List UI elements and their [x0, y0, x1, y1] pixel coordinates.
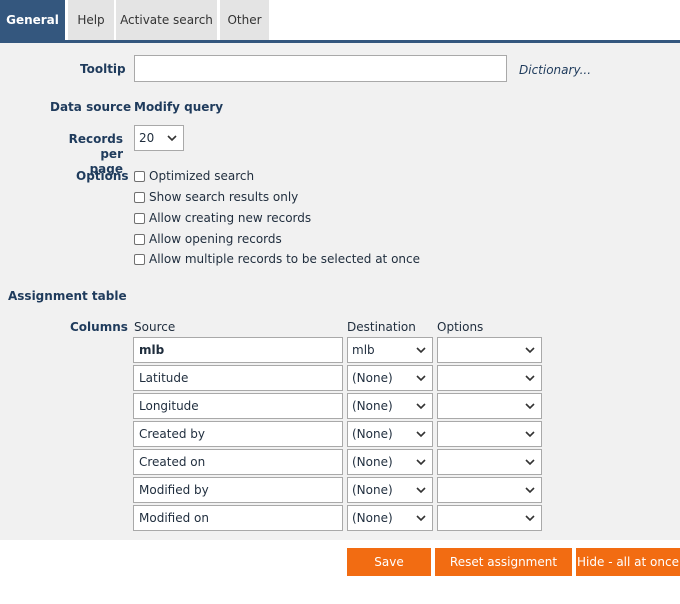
options-select[interactable] [437, 505, 542, 531]
chevron-down-icon [525, 459, 535, 466]
destination-value: (None) [352, 483, 393, 497]
destination-select[interactable]: mlb [347, 337, 433, 363]
source-field[interactable]: Created by [133, 421, 343, 447]
destination-select[interactable]: (None) [347, 477, 433, 503]
option-allow-opening[interactable]: Allow opening records [134, 231, 282, 247]
destination-value: (None) [352, 371, 393, 385]
chevron-down-icon [416, 347, 426, 354]
records-label-line1: Records per [68, 132, 123, 161]
chevron-down-icon [167, 135, 177, 142]
tab-help[interactable]: Help [68, 0, 114, 40]
options-select[interactable] [437, 421, 542, 447]
checkbox[interactable] [134, 212, 145, 224]
source-field[interactable]: Modified by [133, 477, 343, 503]
option-allow-multiple[interactable]: Allow multiple records to be selected at… [134, 251, 420, 267]
tooltip-label: Tooltip [80, 62, 126, 76]
chevron-down-icon [416, 459, 426, 466]
chevron-down-icon [525, 515, 535, 522]
assignment-table-title: Assignment table [8, 289, 127, 303]
checkbox[interactable] [134, 170, 145, 182]
columns-label: Columns [70, 320, 128, 334]
destination-select[interactable]: (None) [347, 365, 433, 391]
option-label: Show search results only [149, 190, 299, 204]
checkbox[interactable] [134, 191, 145, 203]
option-label: Allow creating new records [149, 211, 312, 225]
option-allow-creating[interactable]: Allow creating new records [134, 210, 311, 226]
chevron-down-icon [525, 375, 535, 382]
source-field[interactable]: Longitude [133, 393, 343, 419]
save-button[interactable]: Save [347, 548, 431, 576]
tooltip-input[interactable] [134, 55, 507, 82]
destination-select[interactable]: (None) [347, 421, 433, 447]
source-field[interactable]: Modified on [133, 505, 343, 531]
datasource-label: Data source [50, 100, 132, 114]
destination-value: (None) [352, 399, 393, 413]
destination-value: (None) [352, 511, 393, 525]
options-select[interactable] [437, 477, 542, 503]
hide-all-at-once-button[interactable]: Hide - all at once [576, 548, 680, 576]
destination-select[interactable]: (None) [347, 449, 433, 475]
tab-bar: General Help Activate search Other [0, 0, 680, 40]
option-label: Allow opening records [149, 232, 282, 246]
source-field[interactable]: Created on [133, 449, 343, 475]
options-select[interactable] [437, 337, 542, 363]
chevron-down-icon [525, 403, 535, 410]
checkbox[interactable] [134, 233, 145, 245]
options-label: Options [76, 169, 129, 183]
destination-select[interactable]: (None) [347, 393, 433, 419]
source-field[interactable]: Latitude [133, 365, 343, 391]
header-options: Options [437, 320, 484, 334]
records-per-page-value: 20 [139, 131, 155, 145]
option-optimized-search[interactable]: Optimized search [134, 168, 254, 184]
destination-select[interactable]: (None) [347, 505, 433, 531]
chevron-down-icon [525, 347, 535, 354]
header-destination: Destination [347, 320, 416, 334]
records-per-page-select[interactable]: 20 [134, 125, 184, 151]
tab-general[interactable]: General [0, 0, 65, 40]
destination-value: (None) [352, 427, 393, 441]
chevron-down-icon [416, 403, 426, 410]
tab-other[interactable]: Other [220, 0, 269, 40]
chevron-down-icon [525, 431, 535, 438]
chevron-down-icon [416, 487, 426, 494]
options-select[interactable] [437, 365, 542, 391]
datasource-value: Modify query [134, 100, 224, 114]
chevron-down-icon [416, 375, 426, 382]
options-select[interactable] [437, 393, 542, 419]
option-label: Allow multiple records to be selected at… [149, 252, 421, 266]
tab-activate-search[interactable]: Activate search [116, 0, 217, 40]
dictionary-link[interactable]: Dictionary... [519, 63, 591, 77]
chevron-down-icon [525, 487, 535, 494]
chevron-down-icon [416, 515, 426, 522]
options-select[interactable] [437, 449, 542, 475]
chevron-down-icon [416, 431, 426, 438]
option-label: Optimized search [149, 169, 255, 183]
reset-assignment-table-button[interactable]: Reset assignment table [435, 548, 572, 597]
checkbox[interactable] [134, 253, 145, 265]
destination-value: mlb [352, 343, 375, 357]
header-source: Source [134, 320, 176, 334]
destination-value: (None) [352, 455, 393, 469]
source-field[interactable]: mlb [133, 337, 343, 363]
option-show-results-only[interactable]: Show search results only [134, 189, 298, 205]
